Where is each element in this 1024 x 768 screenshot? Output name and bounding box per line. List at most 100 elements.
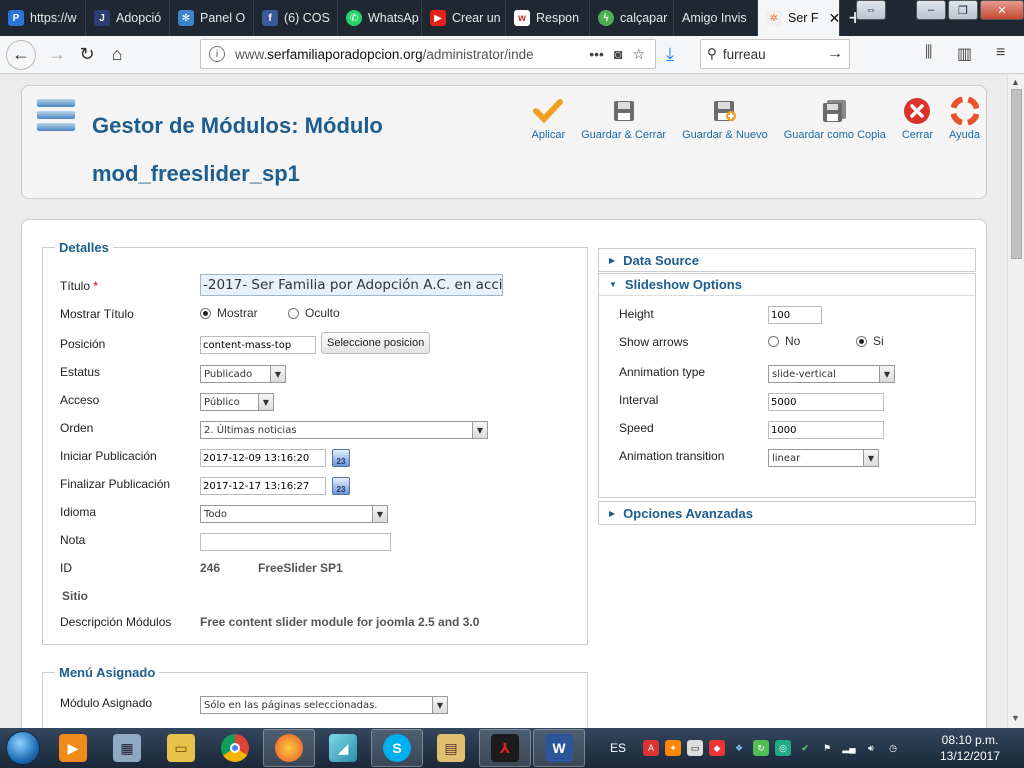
note-input[interactable] xyxy=(200,533,391,551)
language-value: Todo xyxy=(204,508,227,520)
taskbar-presentation[interactable]: ▤ xyxy=(425,729,477,767)
facebook-icon: f xyxy=(262,10,278,26)
position-input[interactable] xyxy=(200,336,316,354)
taskbar-word[interactable]: W xyxy=(533,729,585,767)
save-close-button[interactable]: Guardar & Cerrar xyxy=(581,96,666,141)
search-input[interactable]: ⚲ furreau → xyxy=(700,39,850,69)
minimize-icon[interactable]: – xyxy=(916,0,946,20)
acrobat-tray-icon[interactable]: A xyxy=(643,740,660,756)
system-clock[interactable]: 08:10 p.m. 13/12/2017 xyxy=(930,732,1010,764)
save-copy-button[interactable]: Guardar como Copia xyxy=(784,96,886,141)
scrollbar-thumb[interactable] xyxy=(1011,89,1022,259)
language-select[interactable]: Todo ▼ xyxy=(200,505,388,523)
taskbar-acrobat[interactable]: ⅄ xyxy=(479,729,531,767)
close-tab-icon[interactable]: ✕ xyxy=(829,10,839,27)
access-select[interactable]: Público ▼ xyxy=(200,393,274,411)
animation-type-select[interactable]: slide-vertical ▼ xyxy=(768,365,895,383)
advanced-options-panel[interactable]: ▶ Opciones Avanzadas xyxy=(598,501,976,525)
arrows-no-radio[interactable]: No xyxy=(768,334,800,348)
volume-tray-icon[interactable]: 🔊︎ xyxy=(863,740,879,756)
bookmark-star-icon[interactable]: ☆ xyxy=(632,46,645,63)
sidebar-icon[interactable]: ▥ xyxy=(957,44,972,64)
taskbar-explorer[interactable]: ▭ xyxy=(155,729,207,767)
home-icon[interactable]: ⌂ xyxy=(102,40,132,70)
calendar-icon[interactable]: 23 xyxy=(332,449,350,467)
sync-tray-icon[interactable]: ↻ xyxy=(753,740,770,756)
tab-adopcion[interactable]: J Adopció xyxy=(86,0,170,36)
tab-ser-familia[interactable]: ✲ Ser F ✕ xyxy=(758,0,840,36)
hide-title-radio[interactable]: Oculto xyxy=(288,306,340,320)
signal-tray-icon[interactable]: ▂▄ xyxy=(841,740,857,756)
reload-icon[interactable]: ↻ xyxy=(72,40,102,70)
taskbar-chrome[interactable] xyxy=(209,729,261,767)
forward-icon[interactable]: → xyxy=(42,40,72,70)
module-assigned-select[interactable]: Sólo en las páginas seleccionadas. ▼ xyxy=(200,696,448,714)
apply-button[interactable]: Aplicar xyxy=(532,96,565,141)
order-value: 2. Últimas noticias xyxy=(204,424,297,436)
tab-youtube[interactable]: ▶ Crear un xyxy=(422,0,506,36)
dropbox-tray-icon[interactable]: ❖ xyxy=(731,740,747,756)
scroll-up-icon[interactable]: ▲ xyxy=(1011,77,1020,87)
radio-checked[interactable] xyxy=(200,308,211,320)
order-select[interactable]: 2. Últimas noticias ▼ xyxy=(200,421,488,439)
taskbar-skype[interactable]: S xyxy=(371,729,423,767)
data-source-header[interactable]: ▶ Data Source xyxy=(599,249,975,271)
taskbar-firefox[interactable] xyxy=(263,729,315,767)
save-new-button[interactable]: Guardar & Nuevo xyxy=(682,96,768,141)
title-input[interactable]: -2017- Ser Familia por Adopción A.C. en … xyxy=(200,274,503,296)
arrows-yes-radio[interactable]: Si xyxy=(856,334,884,348)
close-window-icon[interactable]: ✕ xyxy=(980,0,1024,20)
tab-calcapar[interactable]: ϟ calçapar xyxy=(590,0,674,36)
page-scrollbar[interactable]: ▲ ▼ xyxy=(1007,75,1024,728)
network-app-tray-icon[interactable]: ◎ xyxy=(775,740,792,756)
start-button[interactable] xyxy=(0,728,46,768)
check-tray-icon[interactable]: ✔ xyxy=(797,740,813,756)
slideshow-options-header[interactable]: ▼ Slideshow Options xyxy=(599,274,975,296)
start-publishing-input[interactable] xyxy=(200,449,326,467)
restore-icon[interactable]: ⇔ xyxy=(856,0,886,20)
interval-input[interactable] xyxy=(768,393,884,411)
language-indicator[interactable]: ES xyxy=(610,741,626,755)
height-input[interactable] xyxy=(768,306,822,324)
tab-whatsapp[interactable]: ✆ WhatsAp xyxy=(338,0,422,36)
search-go-icon[interactable]: → xyxy=(827,45,843,63)
tab-wattpad[interactable]: w Respon xyxy=(506,0,590,36)
alert-tray-icon[interactable]: ◆ xyxy=(709,740,726,756)
taskbar-calculator[interactable]: ▦ xyxy=(101,729,153,767)
radio-unchecked[interactable] xyxy=(288,308,299,320)
calendar-icon[interactable]: 23 xyxy=(332,477,350,495)
library-icon[interactable]: ⫼ xyxy=(925,44,932,62)
info-icon[interactable]: i xyxy=(209,46,225,62)
show-title-radio[interactable]: Mostrar xyxy=(200,306,258,320)
taskbar-notes[interactable]: ◢ xyxy=(317,729,369,767)
update-tray-icon[interactable]: ✦ xyxy=(665,740,682,756)
data-source-panel[interactable]: ▶ Data Source xyxy=(598,248,976,272)
tab-panel[interactable]: ✻ Panel O xyxy=(170,0,254,36)
status-select[interactable]: Publicado ▼ xyxy=(200,365,286,383)
speed-input[interactable] xyxy=(768,421,884,439)
maximize-icon[interactable]: ❐ xyxy=(948,0,978,20)
taskbar-media-player[interactable]: ▶ xyxy=(47,729,99,767)
radio-checked[interactable] xyxy=(856,336,867,348)
help-button[interactable]: Ayuda xyxy=(949,96,980,141)
scroll-down-icon[interactable]: ▼ xyxy=(1011,713,1020,723)
close-button[interactable]: Cerrar xyxy=(902,96,933,141)
flag-tray-icon[interactable]: ⚑ xyxy=(819,740,835,756)
pocket-icon[interactable]: ◙ xyxy=(614,46,622,62)
menu-icon[interactable]: ≡ xyxy=(996,44,1005,62)
tab-amigo[interactable]: Amigo Invis xyxy=(674,0,758,36)
finish-publishing-input[interactable] xyxy=(200,477,326,495)
animation-transition-select[interactable]: linear ▼ xyxy=(768,449,879,467)
download-icon[interactable]: ⤓ xyxy=(666,44,674,65)
advanced-options-header[interactable]: ▶ Opciones Avanzadas xyxy=(599,502,975,524)
tab-password[interactable]: Phttps://w xyxy=(0,0,86,36)
back-icon[interactable]: ← xyxy=(6,39,36,70)
page-actions-icon[interactable]: ••• xyxy=(589,46,604,62)
radio-unchecked[interactable] xyxy=(768,336,779,348)
tab-facebook[interactable]: f (6) COS xyxy=(254,0,338,36)
address-bar[interactable]: i www.serfamiliaporadopcion.org/administ… xyxy=(200,39,656,69)
clock-tray-icon[interactable]: ◷ xyxy=(885,740,901,756)
select-position-button[interactable]: Seleccione posicion xyxy=(321,332,431,354)
monitor-tray-icon[interactable]: ▭ xyxy=(687,740,704,756)
clock-time: 08:10 p.m. xyxy=(941,733,999,747)
